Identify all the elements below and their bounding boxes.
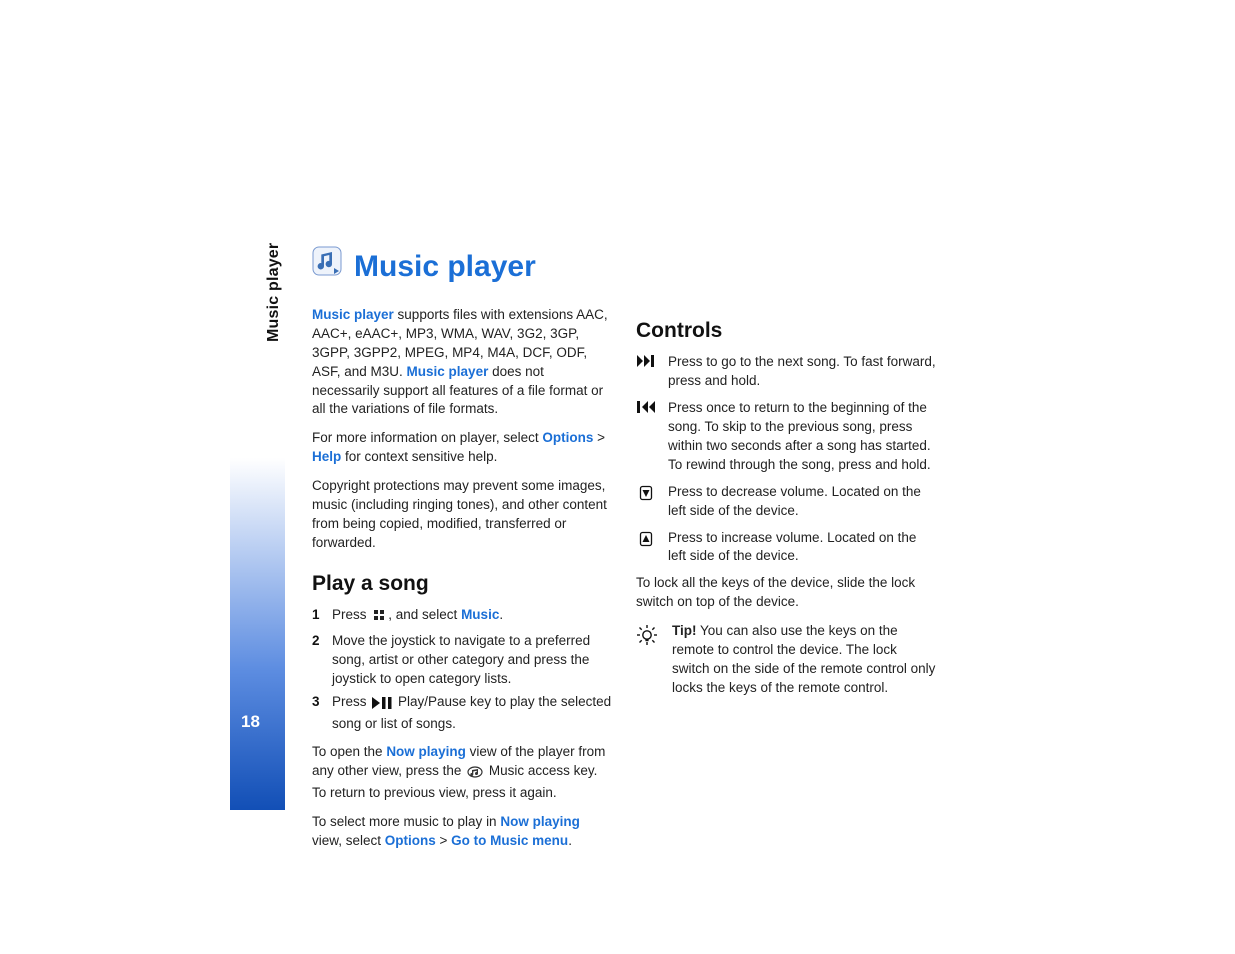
play-a-song-heading: Play a song	[312, 569, 612, 598]
tip-text: Tip! You can also use the keys on the re…	[672, 622, 936, 698]
prev-track-icon	[636, 399, 656, 413]
volume-down-icon	[636, 483, 656, 501]
next-track-icon	[636, 353, 656, 367]
music-access-key-icon	[467, 765, 483, 784]
play-pause-icon	[372, 696, 392, 715]
step-1: 1 Press , and select Music.	[312, 606, 612, 628]
options-link: Options	[542, 430, 593, 445]
controls-heading: Controls	[636, 316, 936, 345]
steps-list: 1 Press , and select Music. 2 Move the j…	[312, 606, 612, 733]
tip-lightbulb-icon	[636, 622, 658, 652]
control-vol-down: Press to decrease volume. Located on the…	[636, 483, 936, 521]
help-link: Help	[312, 449, 341, 464]
go-to-music-menu-link: Go to Music menu	[451, 833, 568, 848]
copyright-paragraph: Copyright protections may prevent some i…	[312, 477, 612, 553]
step-1-text: Press , and select Music.	[332, 606, 503, 628]
control-vol-up: Press to increase volume. Located on the…	[636, 529, 936, 567]
now-playing-link-2: Now playing	[500, 814, 580, 829]
tip-label: Tip!	[672, 623, 697, 638]
control-next: Press to go to the next song. To fast fo…	[636, 353, 936, 391]
step-3-text: Press Play/Pause key to play the selecte…	[332, 693, 612, 734]
select-more-paragraph: To select more music to play in Now play…	[312, 813, 612, 851]
music-note-icon	[312, 246, 342, 288]
now-playing-link-1: Now playing	[386, 744, 466, 759]
control-vol-up-text: Press to increase volume. Located on the…	[668, 529, 936, 567]
menu-key-icon	[372, 608, 386, 628]
step-3: 3 Press Play/Pause key to play the selec…	[312, 693, 612, 734]
controls-list: Press to go to the next song. To fast fo…	[636, 353, 936, 566]
control-prev: Press once to return to the beginning of…	[636, 399, 936, 475]
intro-paragraph-2: For more information on player, select O…	[312, 429, 612, 467]
volume-up-icon	[636, 529, 656, 547]
lock-paragraph: To lock all the keys of the device, slid…	[636, 574, 936, 612]
content-columns: Music player supports files with extensi…	[312, 300, 960, 861]
music-player-link-2: Music player	[407, 364, 489, 379]
left-column: Music player supports files with extensi…	[312, 300, 612, 861]
intro-paragraph-1: Music player supports files with extensi…	[312, 306, 612, 419]
control-prev-text: Press once to return to the beginning of…	[668, 399, 936, 475]
tip-block: Tip! You can also use the keys on the re…	[636, 622, 936, 698]
control-vol-down-text: Press to decrease volume. Located on the…	[668, 483, 936, 521]
now-playing-paragraph: To open the Now playing view of the play…	[312, 743, 612, 803]
step-2-text: Move the joystick to navigate to a prefe…	[332, 632, 612, 689]
side-section-label: Music player	[263, 243, 285, 342]
step-2: 2 Move the joystick to navigate to a pre…	[312, 632, 612, 689]
page-title: Music player	[312, 246, 536, 288]
right-column: Controls Press to go to the next song. T…	[636, 300, 936, 861]
page-title-text: Music player	[354, 246, 536, 288]
options-link-2: Options	[385, 833, 436, 848]
music-menu-link: Music	[461, 607, 499, 622]
music-player-link-1: Music player	[312, 307, 394, 322]
page-number: 18	[241, 710, 260, 734]
control-next-text: Press to go to the next song. To fast fo…	[668, 353, 936, 391]
